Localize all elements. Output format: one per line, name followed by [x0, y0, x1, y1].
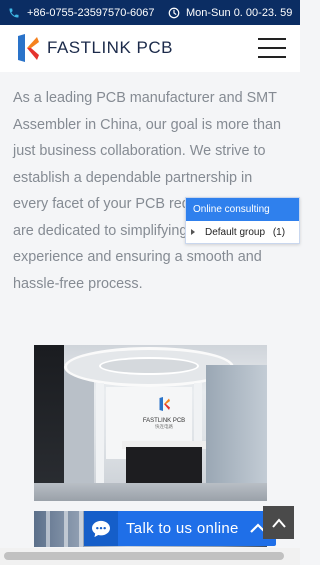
caret-right-icon — [191, 229, 195, 235]
horizontal-scrollbar[interactable] — [0, 548, 300, 565]
online-consulting-widget[interactable]: Online consulting Default group (1) — [185, 197, 300, 244]
chat-bubble-icon — [84, 511, 118, 546]
business-hours: Mon-Sun 0. 00-23. 59 — [168, 0, 292, 25]
hours-text: Mon-Sun 0. 00-23. 59 — [186, 6, 293, 19]
talk-label: Talk to us online — [126, 520, 239, 537]
top-contact-bar: +86-0755-23597570-6067 Mon-Sun 0. 00-23.… — [0, 0, 300, 25]
office-reception-photo: FASTLINK PCB 快连电路 — [34, 345, 267, 501]
reception-chinese-name: 快连电路 — [155, 424, 173, 429]
brand-name: FASTLINK PCB — [47, 38, 173, 57]
group-count: (1) — [272, 226, 286, 238]
back-to-top-button[interactable] — [263, 506, 294, 539]
clock-icon — [168, 7, 180, 18]
hamburger-menu-icon[interactable] — [258, 38, 286, 59]
talk-to-us-online-button[interactable]: Talk to us online — [84, 511, 276, 546]
default-group-item[interactable]: Default group (1) — [186, 221, 299, 243]
group-label: Default group — [205, 226, 266, 238]
phone-contact[interactable]: +86-0755-23597570-6067 — [8, 0, 155, 25]
phone-icon — [9, 8, 19, 17]
site-logo[interactable]: FASTLINK PCB — [15, 34, 173, 62]
logo-mark — [18, 34, 39, 62]
phone-number[interactable]: +86-0755-23597570-6067 — [27, 7, 155, 19]
scrollbar-thumb[interactable] — [4, 552, 284, 560]
online-consulting-title[interactable]: Online consulting — [186, 198, 299, 221]
intro-paragraph: As a leading PCB manufacturer and SMT As… — [13, 90, 283, 292]
site-header: FASTLINK PCB — [0, 25, 300, 72]
chevron-up-icon — [271, 517, 286, 528]
reception-wall-logo: FASTLINK PCB 快连电路 — [134, 397, 194, 430]
logo-mark — [159, 397, 170, 411]
reception-desk — [126, 447, 202, 483]
